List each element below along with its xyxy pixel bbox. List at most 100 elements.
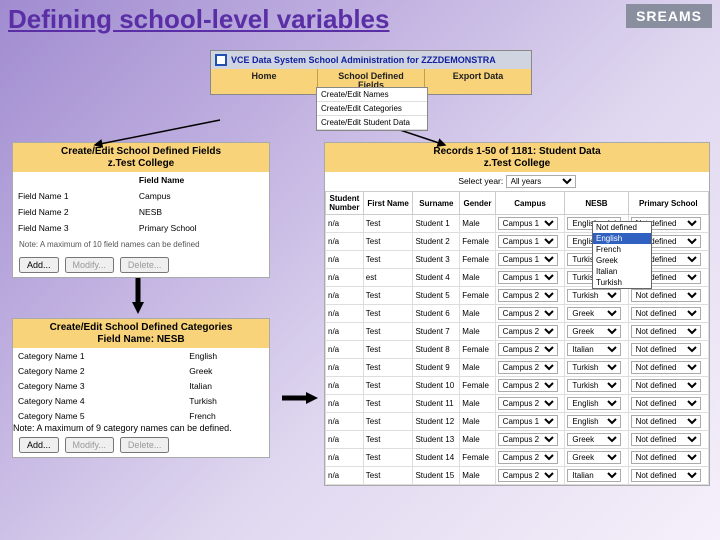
ps-select[interactable]: Not defined — [631, 415, 701, 428]
ps-select[interactable]: Not defined — [631, 343, 701, 356]
field-value: Primary School — [134, 220, 269, 236]
camp-select[interactable]: Campus 1 — [498, 253, 558, 266]
ps-select[interactable]: Not defined — [631, 361, 701, 374]
dropdown-option[interactable]: Greek — [593, 255, 651, 266]
camp-select[interactable]: Campus 2 — [498, 379, 558, 392]
field-value: NESB — [134, 204, 269, 220]
camp-select[interactable]: Campus 1 — [498, 217, 558, 230]
menu-export[interactable]: Export Data — [425, 69, 531, 94]
table-row: n/aTestStudent 14FemaleCampus 2GreekNot … — [326, 449, 709, 467]
nesb-select[interactable]: Turkish — [567, 361, 621, 374]
cell: n/a — [326, 287, 364, 305]
cell: Test — [363, 287, 413, 305]
nesb-select[interactable]: Greek — [567, 433, 621, 446]
cell: Student 11 — [413, 395, 460, 413]
cell: n/a — [326, 323, 364, 341]
drop-create-categories[interactable]: Create/Edit Categories — [317, 102, 427, 116]
nesb-select[interactable]: English — [567, 397, 621, 410]
fields-delete-button[interactable]: Delete... — [120, 257, 170, 273]
nesb-select[interactable]: Greek — [567, 307, 621, 320]
cell: Female — [460, 233, 495, 251]
cell: Test — [363, 215, 413, 233]
table-row: n/aTestStudent 13MaleCampus 2GreekNot de… — [326, 431, 709, 449]
ps-select[interactable]: Not defined — [631, 325, 701, 338]
dropdown-option[interactable]: Not defined — [593, 222, 651, 233]
camp-select[interactable]: Campus 2 — [498, 343, 558, 356]
cell: Test — [363, 323, 413, 341]
cell: n/a — [326, 359, 364, 377]
nesb-select[interactable]: Italian — [567, 469, 621, 482]
table-row: n/aTestStudent 15MaleCampus 2ItalianNot … — [326, 467, 709, 485]
cell: Test — [363, 305, 413, 323]
cat-value: Italian — [184, 378, 269, 393]
dropdown-option[interactable]: French — [593, 244, 651, 255]
records-col-header: Student Number — [326, 192, 364, 215]
records-col-header: Gender — [460, 192, 495, 215]
cell: Male — [460, 359, 495, 377]
camp-select[interactable]: Campus 2 — [498, 469, 558, 482]
nesb-select[interactable]: Turkish — [567, 379, 621, 392]
cats-modify-button[interactable]: Modify... — [65, 437, 114, 453]
camp-select[interactable]: Campus 1 — [498, 271, 558, 284]
cell: Male — [460, 323, 495, 341]
nesb-select[interactable]: Greek — [567, 451, 621, 464]
year-label: Select year: — [458, 176, 503, 186]
dropdown-option[interactable]: English — [593, 233, 651, 244]
ps-select[interactable]: Not defined — [631, 451, 701, 464]
nesb-select[interactable]: Greek — [567, 325, 621, 338]
table-row: n/aTestStudent 7MaleCampus 2GreekNot def… — [326, 323, 709, 341]
drop-create-student-data[interactable]: Create/Edit Student Data — [317, 116, 427, 130]
fields-modify-button[interactable]: Modify... — [65, 257, 114, 273]
fields-panel: Create/Edit School Defined Fields z.Test… — [12, 142, 270, 278]
records-col-header: NESB — [565, 192, 628, 215]
cell: Student 14 — [413, 449, 460, 467]
year-select[interactable]: All years — [506, 175, 576, 188]
nesb-select[interactable]: English — [567, 415, 621, 428]
ps-select[interactable]: Not defined — [631, 307, 701, 320]
nesb-dropdown-open[interactable]: Not definedEnglishFrenchGreekItalianTurk… — [592, 221, 652, 289]
nesb-select[interactable]: Italian — [567, 343, 621, 356]
cell: Student 9 — [413, 359, 460, 377]
drop-create-names[interactable]: Create/Edit Names — [317, 88, 427, 102]
camp-select[interactable]: Campus 2 — [498, 289, 558, 302]
cell: Female — [460, 377, 495, 395]
camp-select[interactable]: Campus 2 — [498, 451, 558, 464]
cats-add-button[interactable]: Add... — [19, 437, 59, 453]
table-row: n/aTestStudent 9MaleCampus 2TurkishNot d… — [326, 359, 709, 377]
page-title: Defining school-level variables — [8, 4, 389, 35]
records-panel: Records 1-50 of 1181: Student Data z.Tes… — [324, 142, 710, 486]
camp-select[interactable]: Campus 2 — [498, 307, 558, 320]
cell: Male — [460, 431, 495, 449]
records-col-header: Surname — [413, 192, 460, 215]
nesb-select[interactable]: Turkish — [567, 289, 621, 302]
dropdown-option[interactable]: Turkish — [593, 277, 651, 288]
menu-home[interactable]: Home — [211, 69, 318, 94]
fields-buttons: Add... Modify... Delete... — [13, 253, 269, 277]
camp-select[interactable]: Campus 2 — [498, 397, 558, 410]
cell: n/a — [326, 305, 364, 323]
fields-add-button[interactable]: Add... — [19, 257, 59, 273]
cats-delete-button[interactable]: Delete... — [120, 437, 170, 453]
ps-select[interactable]: Not defined — [631, 397, 701, 410]
field-label: Field Name 2 — [13, 204, 134, 220]
arrow-right-icon — [282, 390, 318, 411]
cell: Student 6 — [413, 305, 460, 323]
camp-select[interactable]: Campus 2 — [498, 325, 558, 338]
arrow-icon — [90, 120, 220, 155]
cell: Test — [363, 431, 413, 449]
menu-dropdown[interactable]: Create/Edit Names Create/Edit Categories… — [316, 87, 428, 131]
cell: est — [363, 269, 413, 287]
ps-select[interactable]: Not defined — [631, 379, 701, 392]
camp-select[interactable]: Campus 1 — [498, 235, 558, 248]
cell: Male — [460, 467, 495, 485]
ps-select[interactable]: Not defined — [631, 469, 701, 482]
cell: n/a — [326, 251, 364, 269]
dropdown-option[interactable]: Italian — [593, 266, 651, 277]
camp-select[interactable]: Campus 2 — [498, 433, 558, 446]
records-col-header: First Name — [363, 192, 413, 215]
camp-select[interactable]: Campus 2 — [498, 361, 558, 374]
camp-select[interactable]: Campus 1 — [498, 415, 558, 428]
ps-select[interactable]: Not defined — [631, 433, 701, 446]
ps-select[interactable]: Not defined — [631, 289, 701, 302]
cell: Test — [363, 341, 413, 359]
